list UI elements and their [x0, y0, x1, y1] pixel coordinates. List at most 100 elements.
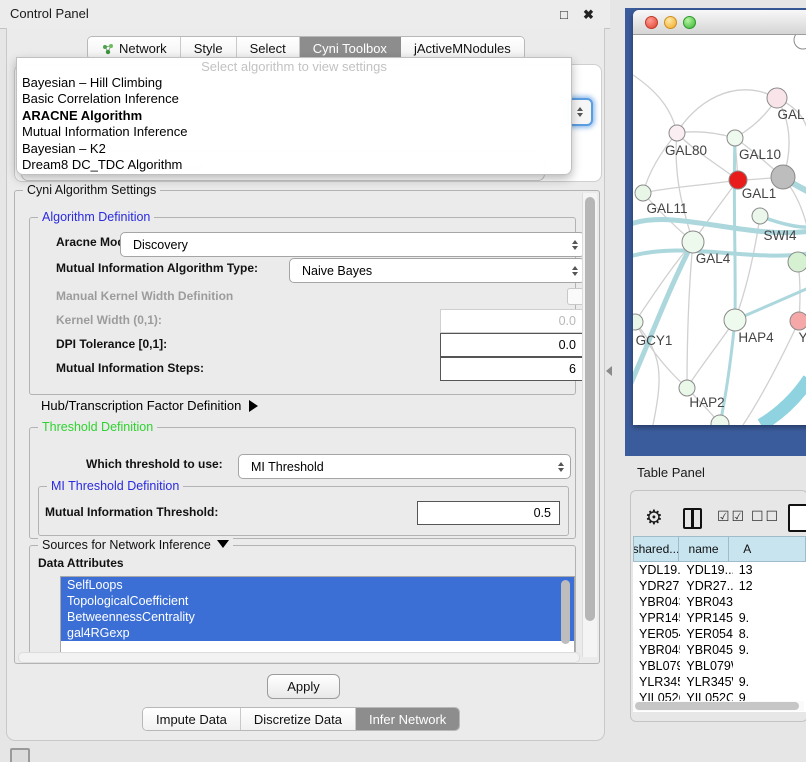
sources-group-title[interactable]: Sources for Network Inference: [38, 538, 233, 552]
algorithm-option-bayesian-hill-climbing[interactable]: Bayesian – Hill Climbing: [17, 75, 571, 91]
network-node-y[interactable]: [790, 312, 806, 330]
table-settings-gear-icon[interactable]: ⚙: [645, 505, 663, 529]
table-cell: YDR27...: [680, 578, 732, 594]
column-view-icon[interactable]: [683, 508, 702, 529]
new-table-icon[interactable]: [788, 504, 806, 532]
table-row[interactable]: YLR345WYLR345W9.: [633, 674, 806, 690]
attribute-item-betweennesscentrality[interactable]: BetweennessCentrality: [61, 609, 574, 625]
select-all-icon[interactable]: ☑☑: [717, 509, 746, 525]
algorithm-option-bayesian-k2[interactable]: Bayesian – K2: [17, 141, 571, 157]
dpi-tolerance-field[interactable]: 0.0: [440, 333, 585, 357]
table-row[interactable]: YDR27...YDR27...12: [633, 578, 806, 594]
network-node-gal11[interactable]: [635, 185, 651, 201]
apply-button[interactable]: Apply: [267, 674, 340, 699]
minimize-window-icon[interactable]: [664, 16, 677, 29]
tab-impute-data[interactable]: Impute Data: [143, 708, 241, 730]
settings-scrollbar[interactable]: [582, 193, 597, 657]
splitter-collapse-icon[interactable]: [606, 366, 612, 376]
network-edge[interactable]: [643, 133, 677, 193]
mi-steps-field[interactable]: 6: [440, 357, 585, 381]
aracne-mode-select[interactable]: Discovery: [120, 232, 585, 257]
network-node-gal10[interactable]: [727, 130, 743, 146]
table-cell: YER054C: [680, 626, 732, 642]
network-node-hap4[interactable]: [724, 309, 746, 331]
node-table: shared...nameA YDL19...YDL19...13YDR27..…: [633, 536, 806, 712]
kernel-width-field[interactable]: 0.0: [440, 309, 585, 333]
column-header-name[interactable]: name: [679, 536, 729, 562]
hub-definition-toggle[interactable]: Hub/Transcription Factor Definition: [41, 394, 258, 417]
table-cell: 9.: [733, 674, 806, 690]
stepper-up-icon: [577, 107, 583, 111]
tab-style[interactable]: Style: [181, 37, 237, 59]
network-node-gal[interactable]: [767, 88, 787, 108]
table-row[interactable]: YBR045CYBR045C9.: [633, 642, 806, 658]
attribute-item-topologicalcoefficient[interactable]: TopologicalCoefficient: [61, 593, 574, 609]
table-cell: YER054C: [633, 626, 680, 642]
list-scrollbar[interactable]: [561, 580, 570, 644]
table-row[interactable]: YBL079WYBL079W: [633, 658, 806, 674]
network-edge[interactable]: [633, 75, 677, 133]
algorithm-dropdown-placeholder: Select algorithm to view settings: [17, 58, 571, 75]
network-edge[interactable]: [643, 180, 738, 193]
table-cell: 12: [733, 578, 806, 594]
mi-threshold-group-title: MI Threshold Definition: [47, 479, 183, 493]
table-cell: YDR27...: [633, 578, 680, 594]
control-panel-title: Control Panel: [10, 6, 89, 21]
tab-jactivemnodules[interactable]: jActiveMNodules: [401, 37, 524, 59]
settings-group-title: Cyni Algorithm Settings: [23, 183, 160, 197]
network-window-titlebar[interactable]: [633, 10, 806, 35]
mi-threshold-field[interactable]: 0.5: [417, 501, 560, 525]
network-edge[interactable]: [761, 379, 806, 425]
deselect-all-icon[interactable]: ☐☐: [751, 509, 780, 525]
algorithm-option-aracne-algorithm[interactable]: ARACNE Algorithm: [17, 108, 571, 124]
which-threshold-select[interactable]: MI Threshold: [238, 454, 571, 479]
scrollbar-thumb[interactable]: [585, 197, 595, 621]
table-cell: YBL079W: [633, 658, 680, 674]
tab-discretize-data[interactable]: Discretize Data: [241, 708, 356, 730]
network-edge[interactable]: [633, 242, 693, 390]
table-row[interactable]: YBR043CYBR043C: [633, 594, 806, 610]
table-row[interactable]: YPR145WYPR145W9.: [633, 610, 806, 626]
network-node-gal4[interactable]: [682, 231, 704, 253]
network-edge[interactable]: [734, 138, 735, 320]
column-header-shared[interactable]: shared...: [633, 536, 679, 562]
table-row[interactable]: YER054CYER054C8.: [633, 626, 806, 642]
network-node[interactable]: [794, 35, 806, 49]
algorithm-option-basic-correlation-inference[interactable]: Basic Correlation Inference: [17, 91, 571, 107]
network-edge[interactable]: [687, 242, 693, 388]
network-node[interactable]: [771, 165, 795, 189]
maximize-window-icon[interactable]: [683, 16, 696, 29]
network-node-gcy1[interactable]: [633, 314, 643, 330]
network-node[interactable]: [788, 252, 806, 272]
table-row[interactable]: YDL19...YDL19...13: [633, 562, 806, 578]
table-cell: 9.: [733, 610, 806, 626]
network-view-window[interactable]: GALGAL80GAL10GAL1GAL11GAL4SWI4GCY1HAP4YH…: [633, 10, 806, 425]
attribute-item-selfloops[interactable]: SelfLoops: [61, 577, 574, 593]
network-canvas[interactable]: GALGAL80GAL10GAL1GAL11GAL4SWI4GCY1HAP4YH…: [633, 35, 806, 425]
algorithm-option-mutual-information-inference[interactable]: Mutual Information Inference: [17, 124, 571, 140]
node-label-gal10: GAL10: [739, 147, 781, 162]
minimized-panel-icon[interactable]: [10, 748, 30, 762]
tab-infer-network[interactable]: Infer Network: [356, 708, 459, 730]
attribute-item-gal4rgexp[interactable]: gal4RGexp: [61, 625, 574, 641]
table-hscrollbar[interactable]: [633, 701, 804, 711]
tab-select[interactable]: Select: [237, 37, 300, 59]
table-header-row: shared...nameA: [633, 536, 806, 562]
network-icon: [101, 42, 114, 55]
network-node-hap2[interactable]: [679, 380, 695, 396]
mi-type-select[interactable]: Naive Bayes: [289, 258, 585, 283]
scrollbar-thumb[interactable]: [635, 702, 799, 710]
network-edge[interactable]: [677, 90, 777, 133]
network-edge[interactable]: [677, 132, 735, 138]
tab-cyni-toolbox[interactable]: Cyni Toolbox: [300, 37, 401, 59]
network-node-gal80[interactable]: [669, 125, 685, 141]
tab-network[interactable]: Network: [88, 37, 181, 59]
settings-hscrollbar[interactable]: [18, 652, 580, 663]
toolbox-bottom-tabs: Impute DataDiscretize DataInfer Network: [142, 707, 460, 731]
network-node-swi4[interactable]: [752, 208, 768, 224]
close-window-icon[interactable]: [645, 16, 658, 29]
close-panel-icon[interactable]: ✖: [583, 7, 594, 23]
algorithm-option-dream8-dc-tdc-algorithm[interactable]: Dream8 DC_TDC Algorithm: [17, 157, 571, 173]
column-header-a[interactable]: A: [729, 536, 806, 562]
float-window-icon[interactable]: □: [560, 7, 568, 22]
